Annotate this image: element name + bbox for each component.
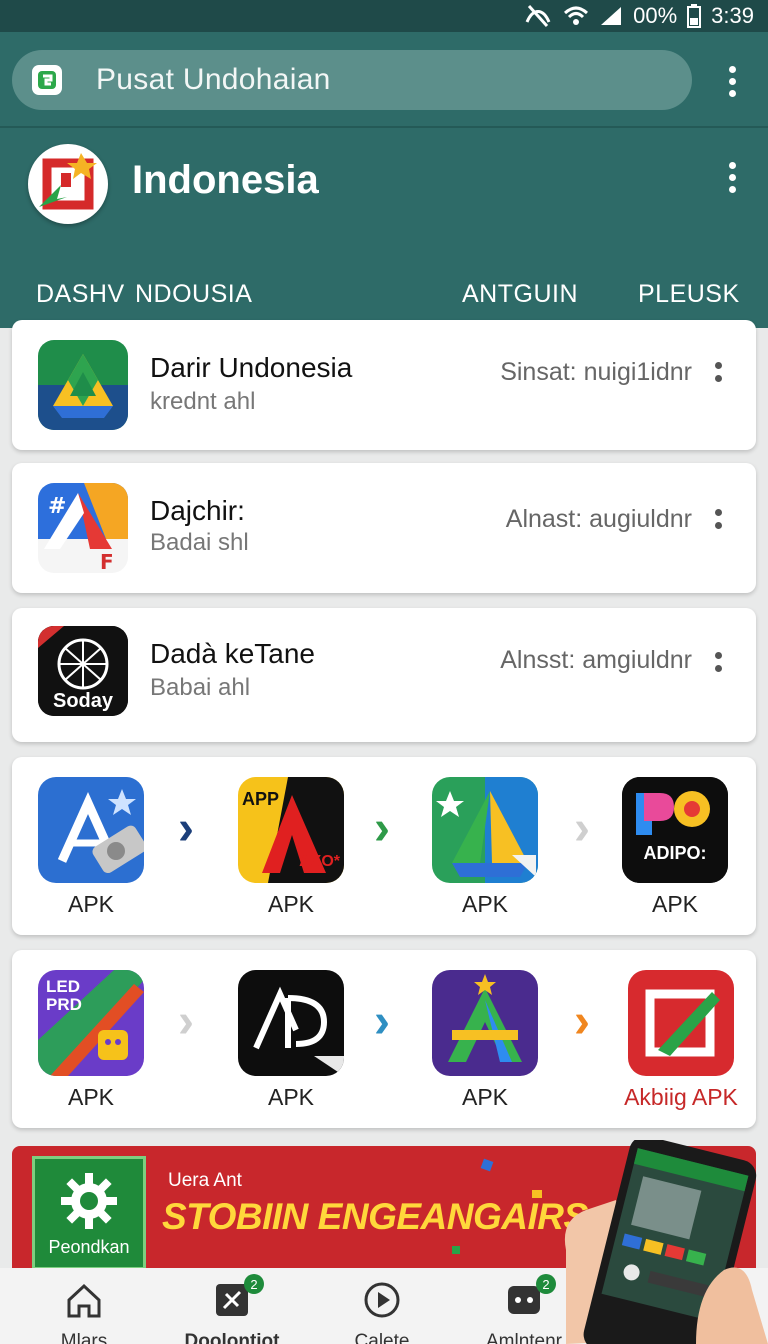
list-item[interactable]: Soday Dadà keTane Babai ahl Alnsst: amgi… bbox=[12, 608, 756, 742]
soday-app-icon: Soday bbox=[38, 626, 128, 716]
grid-item[interactable]: APK bbox=[430, 970, 540, 1111]
clock: 3:39 bbox=[711, 3, 754, 28]
chevron-right-icon: › bbox=[374, 802, 390, 855]
icon-text: LED PRD bbox=[46, 977, 82, 1014]
item-menu-icon[interactable] bbox=[715, 509, 722, 529]
list-item[interactable]: Darir Undonesia krednt ahl Sinsat: nuigi… bbox=[12, 320, 756, 450]
chevron-right-icon: › bbox=[178, 995, 194, 1048]
drive-app-icon bbox=[38, 340, 128, 430]
list-item-title: Dadà keTane bbox=[150, 638, 316, 669]
tab-ndousia[interactable]: NDOUSIA bbox=[135, 260, 252, 328]
status-bar: 00% 3:39 bbox=[0, 0, 768, 32]
banner-headline: STOBIIN ENGEANGAIRS bbox=[162, 1196, 588, 1237]
phone-in-hand-image bbox=[546, 1140, 768, 1344]
item-menu-icon[interactable] bbox=[715, 652, 722, 672]
grid-item-label: APK bbox=[651, 891, 699, 917]
overflow-menu-icon[interactable] bbox=[726, 66, 738, 97]
nav-item-download[interactable]: 2 Doolontiot bbox=[172, 1274, 292, 1344]
tab-bar: DASHV NDOUSIA ANTGUIN PLEUSK bbox=[0, 260, 768, 328]
icon-text-bottom: AXO* bbox=[299, 853, 340, 870]
brand-logo-icon bbox=[28, 144, 108, 224]
list-item-subtitle: Badai shl bbox=[150, 529, 249, 556]
icon-text-top: APP bbox=[242, 789, 280, 809]
grid-item-label: APK bbox=[267, 1084, 315, 1110]
grid-item[interactable]: Akbiig APK bbox=[616, 970, 746, 1111]
list-item[interactable]: # F Dajchir: Badai shl Alnast: augiuldnr bbox=[12, 463, 756, 593]
led-prd-icon: LED PRD bbox=[38, 970, 144, 1076]
title-overflow-menu-icon[interactable] bbox=[726, 162, 738, 193]
confetti bbox=[452, 1246, 460, 1254]
po-app-icon: ADIPO: bbox=[622, 777, 728, 883]
grid-item-label: APK bbox=[67, 891, 115, 917]
confetti bbox=[480, 1158, 494, 1172]
svg-text:F: F bbox=[100, 550, 114, 573]
banner-gear-label: Peondkan bbox=[48, 1236, 130, 1257]
home-icon bbox=[67, 1283, 101, 1318]
grid-item-label: Akbiig APK bbox=[624, 1084, 738, 1110]
grid-item-label: APK bbox=[267, 891, 315, 917]
list-item-title: Dajchir: bbox=[150, 495, 245, 526]
apk-row: APK › APP AXO* APK › APK › ADIPO: APK bbox=[12, 757, 756, 935]
nav-label: Doolontiot bbox=[184, 1331, 280, 1344]
gear-icon bbox=[61, 1172, 117, 1229]
apk-row: LED PRD APK › APK › APK › Akbiig APK bbox=[12, 950, 756, 1128]
list-item-meta: Alnsst: amgiuldnr bbox=[500, 646, 692, 674]
notification-badge: 2 bbox=[244, 1274, 264, 1294]
cell-signal-icon bbox=[599, 5, 623, 27]
battery-percent: 00% bbox=[633, 3, 678, 28]
app-logo-icon bbox=[32, 65, 62, 95]
nav-label: Mlars bbox=[60, 1331, 108, 1344]
list-item-meta: Sinsat: nuigi1idnr bbox=[500, 358, 692, 386]
soday-icon-label: Soday bbox=[52, 690, 114, 712]
battery-icon bbox=[687, 4, 702, 28]
akbiig-app-icon bbox=[628, 970, 734, 1076]
svg-text:#: # bbox=[48, 494, 66, 519]
grid-item[interactable]: APK bbox=[236, 970, 346, 1111]
purple-a-icon bbox=[432, 970, 538, 1076]
tab-antguin[interactable]: ANTGUIN bbox=[462, 260, 578, 328]
nav-item-home[interactable]: Mlars bbox=[24, 1280, 144, 1344]
grid-item-label: APK bbox=[461, 1084, 509, 1110]
icon-text: ADIPO: bbox=[643, 843, 707, 863]
tab-pleusk[interactable]: PLEUSK bbox=[638, 260, 740, 328]
chevron-right-icon: › bbox=[574, 802, 590, 855]
grid-item[interactable]: LED PRD APK bbox=[36, 970, 146, 1111]
no-signal-icon bbox=[523, 4, 553, 28]
hashtag-app-icon: # F bbox=[38, 483, 128, 573]
grid-item[interactable]: APP AXO* APK bbox=[236, 777, 346, 918]
grid-item[interactable]: APK bbox=[36, 777, 146, 918]
list-item-title: Darir Undonesia bbox=[150, 352, 353, 383]
grid-item-label: APK bbox=[461, 891, 509, 917]
chevron-right-icon: › bbox=[574, 995, 590, 1048]
grid-item[interactable]: ADIPO: APK bbox=[620, 777, 730, 918]
chevron-right-icon: › bbox=[374, 995, 390, 1048]
nav-item-play[interactable]: Calete bbox=[322, 1280, 442, 1344]
search-bar[interactable]: Pusat Undohaian bbox=[12, 50, 692, 110]
page-title: Indonesia bbox=[132, 158, 319, 202]
grid-item-label: APK bbox=[67, 1084, 115, 1110]
wifi-icon bbox=[563, 5, 589, 27]
list-item-subtitle: Babai ahl bbox=[150, 674, 251, 701]
chevron-right-icon: › bbox=[178, 802, 194, 855]
list-item-meta: Alnast: augiuldnr bbox=[505, 505, 692, 533]
drive-star-icon bbox=[432, 777, 538, 883]
banner-subtitle: Uera Ant bbox=[168, 1170, 242, 1191]
tab-dashv[interactable]: DASHV bbox=[36, 260, 125, 328]
divider bbox=[0, 126, 768, 128]
app-bar: Pusat Undohaian Indonesia DASHV NDOUSIA … bbox=[0, 32, 768, 328]
play-circle-icon bbox=[364, 1282, 400, 1318]
confetti bbox=[532, 1190, 542, 1198]
list-item-subtitle: krednt ahl bbox=[150, 388, 256, 415]
ap-logo-icon bbox=[238, 970, 344, 1076]
nav-label: Calete bbox=[354, 1331, 410, 1344]
item-menu-icon[interactable] bbox=[715, 362, 722, 382]
grid-item[interactable]: APK bbox=[430, 777, 540, 918]
app-store-icon bbox=[38, 777, 144, 883]
banner-gear-badge: Peondkan bbox=[32, 1156, 146, 1270]
search-text: Pusat Undohaian bbox=[96, 63, 331, 96]
apk-axo-icon: APP AXO* bbox=[238, 777, 344, 883]
